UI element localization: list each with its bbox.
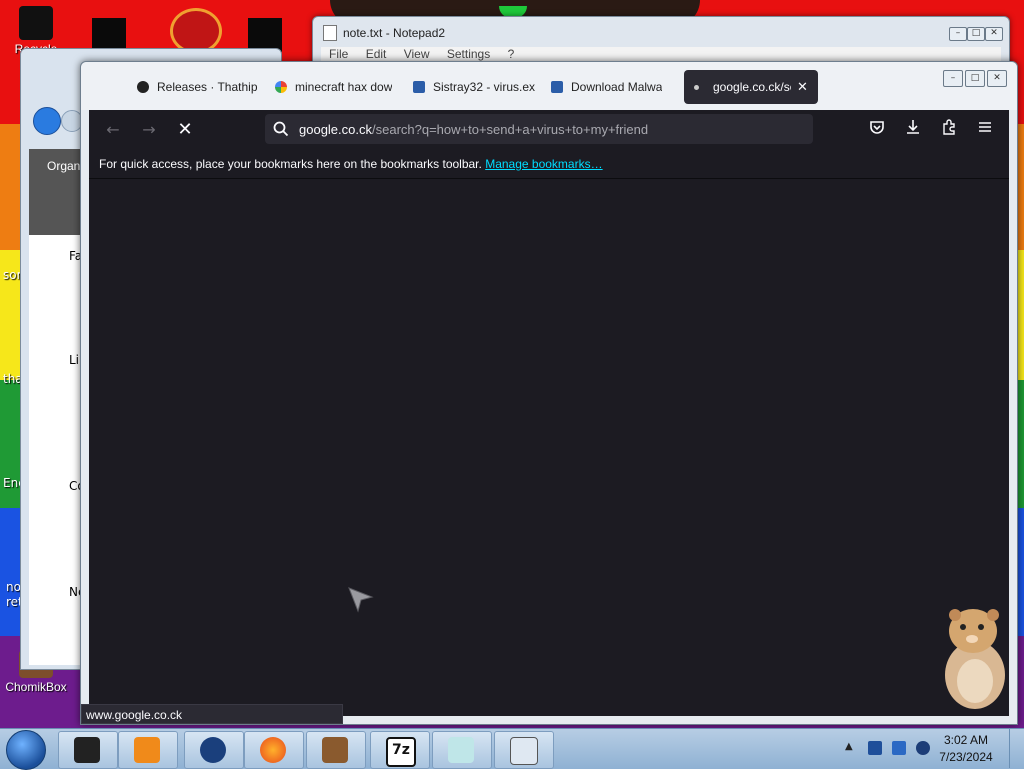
tab-label: Releases · Thathip	[157, 80, 258, 94]
menu-edit[interactable]: Edit	[366, 47, 387, 61]
tab-sistray[interactable]: Sistray32 - virus.ex	[407, 70, 541, 104]
close-button[interactable]: ✕	[985, 27, 1003, 41]
stop-loading-icon[interactable]: ✕	[173, 118, 197, 142]
show-desktop-button[interactable]	[1009, 729, 1024, 768]
taskbar-globe[interactable]	[184, 731, 244, 769]
firefox-window[interactable]: Releases · Thathip minecraft hax dow Sis…	[80, 61, 1018, 725]
calculator-icon	[510, 737, 538, 765]
close-tab-icon[interactable]: ✕	[797, 79, 808, 95]
pocket-icon[interactable]	[865, 118, 889, 142]
back-icon[interactable]	[33, 107, 61, 135]
tab-label: Sistray32 - virus.ex	[433, 80, 536, 94]
tab-google-search[interactable]: google.co.ck/se ✕	[684, 70, 818, 104]
taskbar-explorer[interactable]	[58, 731, 118, 769]
tab-minecraft[interactable]: minecraft hax dow	[269, 70, 403, 104]
clock-date: 7/23/2024	[939, 750, 993, 764]
menu-help[interactable]: ?	[508, 47, 515, 61]
extensions-icon[interactable]	[937, 118, 961, 142]
desktop-icon-redacted[interactable]	[92, 18, 126, 52]
page-icon	[551, 81, 563, 93]
tab-download-malware[interactable]: Download Malwa	[545, 70, 679, 104]
organize-button[interactable]: Organ	[47, 159, 80, 173]
explorer-icon	[74, 737, 100, 763]
desktop-label-fragment: no	[6, 580, 21, 594]
mouse-cursor-icon	[348, 587, 374, 613]
url-bar[interactable]: google.co.ck/search?q=how+to+send+a+viru…	[265, 114, 813, 144]
start-button[interactable]	[6, 730, 46, 770]
nav-libraries[interactable]: Li	[69, 353, 79, 367]
tab-label: google.co.ck/se	[713, 80, 791, 94]
tab-label: Download Malwa	[571, 80, 663, 94]
status-bar: www.google.co.ck	[81, 704, 343, 724]
taskbar-notepad[interactable]	[432, 731, 492, 769]
hamster-sticker-icon	[945, 609, 1005, 709]
tray-bluetooth-icon[interactable]	[868, 741, 882, 755]
back-arrow-icon[interactable]: ←	[101, 118, 125, 142]
tray-network-icon[interactable]	[892, 741, 906, 755]
minimize-button[interactable]: –	[949, 27, 967, 41]
taskbar-calculator[interactable]	[494, 731, 554, 769]
google-icon	[275, 81, 287, 93]
window-title: note.txt - Notepad2	[343, 26, 446, 40]
taskbar-media[interactable]	[118, 731, 178, 769]
tab-releases[interactable]: Releases · Thathip	[131, 70, 265, 104]
tab-strip: Releases · Thathip minecraft hax dow Sis…	[81, 62, 1017, 110]
desktop-icon-label: ChomikBox	[5, 680, 67, 694]
bookmarks-message: For quick access, place your bookmarks h…	[99, 157, 482, 171]
url-host: google.co.ck	[299, 121, 372, 137]
desktop-icon-redacted[interactable]	[248, 18, 282, 52]
recycle-bin-icon	[19, 6, 53, 40]
downloads-icon[interactable]	[901, 118, 925, 142]
manage-bookmarks-link[interactable]: Manage bookmarks…	[485, 157, 602, 171]
chomikbox-icon	[322, 737, 348, 763]
tray-volume-icon[interactable]	[916, 741, 930, 755]
taskbar: 7z ▲ 3:02 AM 7/23/2024	[0, 728, 1024, 770]
notepad-icon	[448, 737, 474, 763]
system-clock[interactable]: 3:02 AM 7/23/2024	[930, 732, 1002, 766]
minimize-button[interactable]: –	[943, 70, 963, 87]
taskbar-7zip[interactable]: 7z	[370, 731, 430, 769]
taskbar-chomikbox[interactable]	[306, 731, 366, 769]
menu-view[interactable]: View	[404, 47, 430, 61]
notepad-app-icon	[323, 25, 337, 41]
nav-toolbar: ← → ✕ google.co.ck/search?q=how+to+send+…	[89, 110, 1009, 150]
7zip-icon: 7z	[386, 737, 416, 767]
url-path: /search?q=how+to+send+a+virus+to+my+frie…	[372, 121, 649, 137]
github-icon	[137, 81, 149, 93]
menu-settings[interactable]: Settings	[447, 47, 490, 61]
forward-arrow-icon[interactable]: →	[137, 118, 161, 142]
menu-hamburger-icon[interactable]	[973, 118, 997, 142]
tab-label: minecraft hax dow	[295, 80, 393, 94]
loading-dot-icon	[694, 84, 699, 90]
clock-time: 3:02 AM	[943, 733, 989, 747]
maximize-button[interactable]: □	[965, 70, 985, 87]
close-button[interactable]: ✕	[987, 70, 1007, 87]
show-hidden-icons-icon[interactable]: ▲	[845, 741, 853, 752]
page-icon	[413, 81, 425, 93]
menu-file[interactable]: File	[329, 47, 348, 61]
firefox-icon	[260, 737, 286, 763]
maximize-button[interactable]: □	[967, 27, 985, 41]
search-icon	[273, 121, 289, 137]
taskbar-firefox[interactable]	[244, 731, 304, 769]
media-player-icon	[134, 737, 160, 763]
globe-icon	[200, 737, 226, 763]
page-content[interactable]	[89, 179, 1009, 716]
bookmarks-toolbar: For quick access, place your bookmarks h…	[89, 150, 1009, 179]
